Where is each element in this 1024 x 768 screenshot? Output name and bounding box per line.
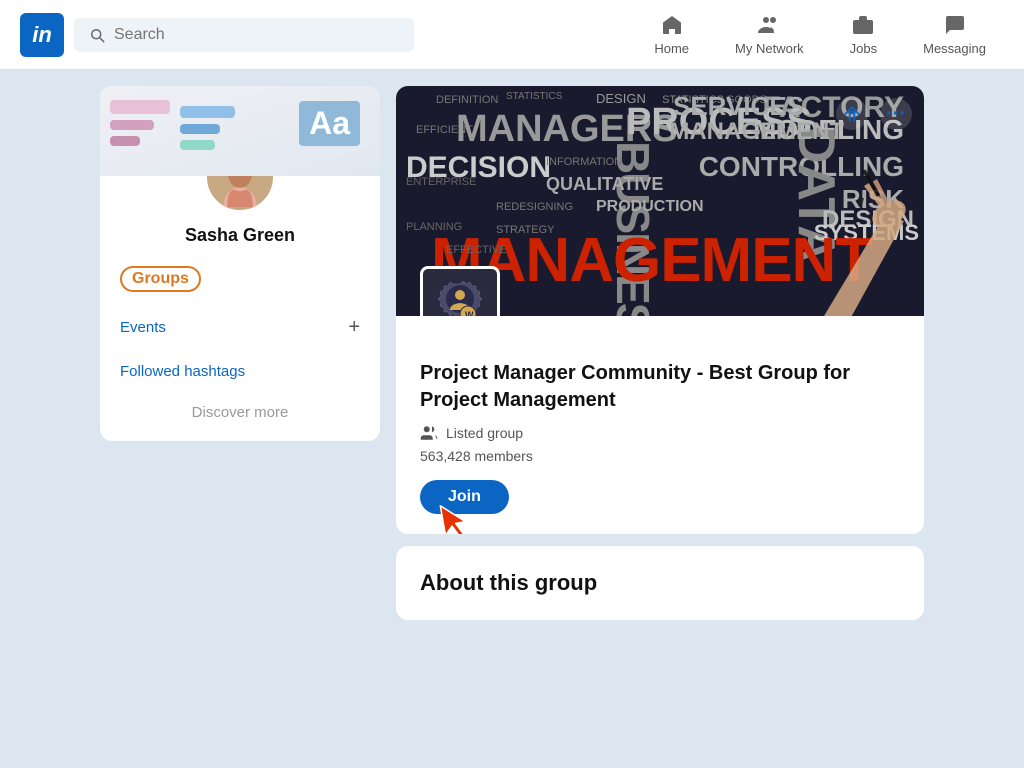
linkedin-logo[interactable]: in [20,13,64,57]
wc-word-information: INFORMATION [546,156,622,168]
nav-home-label: Home [654,41,689,56]
home-icon [660,13,684,37]
nav-item-my-network[interactable]: My Network [717,5,822,64]
events-add-icon[interactable]: + [348,316,360,339]
group-meta: Listed group [420,424,900,442]
groups-link-text: Groups [132,270,189,287]
group-logo: W [420,266,500,316]
search-input[interactable] [114,26,400,44]
jobs-icon [851,13,875,37]
left-sidebar: Aa [100,86,380,752]
nav-item-jobs[interactable]: Jobs [832,5,895,64]
more-options-button[interactable]: ··· [880,98,912,130]
banner-aa-text: Aa [299,101,360,146]
hashtags-link-text: Followed hashtags [120,363,245,380]
wc-word-redesigning: REDESIGNING [496,201,573,213]
nav-item-home[interactable]: Home [636,5,707,64]
banner-decoration-3 [110,136,140,146]
nav-network-label: My Network [735,41,804,56]
sidebar-links: Groups Events + Followed hashtags Discov… [100,254,380,433]
wc-word-statistics: STATISTICS [506,91,562,102]
profile-banner: Aa [100,86,380,176]
group-info: Project Manager Community - Best Group f… [396,316,924,534]
nav-items: Home My Network Jobs Messaging [636,5,1004,64]
nav-jobs-label: Jobs [850,41,877,56]
join-button-wrap: Join [420,480,509,514]
sidebar-item-groups[interactable]: Groups [100,254,380,304]
sidebar-item-events[interactable]: Events + [100,304,380,351]
group-banner: DEFINITION STATISTICS DESIGN GOODS FACTO… [396,86,924,316]
group-members: 563,428 members [420,448,900,464]
wc-word-strategy: STRATEGY [496,224,554,236]
banner-decoration-6 [180,140,215,150]
navbar: in Home My Network [0,0,1024,70]
main-container: Aa [0,70,1024,768]
wc-word-definition: DEFINITION [436,94,498,106]
groups-circle: Groups [120,266,201,292]
banner-decoration-1 [110,100,170,114]
banner-decoration-2 [110,120,154,130]
hand-writing-svg [704,136,924,316]
profile-card: Aa [100,86,380,441]
discover-more-text: Discover more [192,404,289,421]
wc-word-effective: EFFECTIVE [446,244,507,256]
card-actions: ··· [836,98,912,130]
search-icon [88,26,106,44]
banner-decoration-5 [180,124,220,134]
sidebar-item-hashtags[interactable]: Followed hashtags [100,351,380,392]
gear-person-icon: W [430,276,490,316]
group-type: Listed group [446,425,523,441]
group-title: Project Manager Community - Best Group f… [420,360,900,414]
sidebar-item-discover[interactable]: Discover more [100,392,380,433]
profile-name: Sasha Green [100,221,380,246]
events-link-text: Events [120,319,166,336]
listed-group-icon [420,424,438,442]
svg-text:W: W [465,310,474,316]
wc-word-production: PRODUCTION [596,198,704,216]
right-content: DEFINITION STATISTICS DESIGN GOODS FACTO… [396,86,924,752]
messaging-icon [943,13,967,37]
share-button[interactable] [836,98,868,130]
network-icon [757,13,781,37]
banner-decoration-4 [180,106,235,118]
about-title: About this group [420,570,900,596]
cursor-arrow-icon [436,498,478,534]
nav-item-messaging[interactable]: Messaging [905,5,1004,64]
about-card: About this group [396,546,924,620]
nav-messaging-label: Messaging [923,41,986,56]
group-card: DEFINITION STATISTICS DESIGN GOODS FACTO… [396,86,924,534]
search-bar[interactable] [74,18,414,52]
wc-word-enterprise: ENTERPRISE [406,176,476,188]
wc-word-qualitative: QUALITATIVE [546,174,663,195]
